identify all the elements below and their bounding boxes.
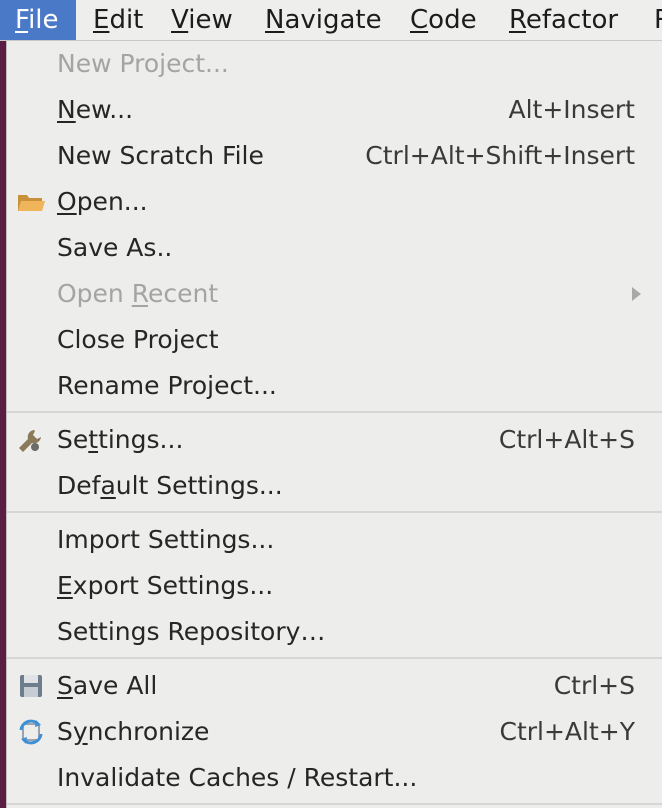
menubar-code-rest: ode: [428, 5, 477, 35]
menu-item-label: Invalidate Caches / Restart...: [57, 763, 418, 792]
menu-item-label: New...: [57, 95, 134, 124]
menubar-refactor[interactable]: Refactor: [509, 0, 618, 40]
menu-item-default-settings[interactable]: Default Settings...: [7, 463, 662, 509]
submenu-arrow-icon: [632, 287, 641, 301]
menubar-refactor-rest: efactor: [525, 5, 619, 35]
menu-item-import-settings[interactable]: Import Settings...: [7, 517, 662, 563]
menu-item-save-all[interactable]: Save All Ctrl+S: [7, 663, 662, 709]
menubar-view-mnemonic: V: [171, 5, 189, 35]
menubar-code-mnemonic: C: [410, 5, 429, 35]
menu-item-label: Rename Project...: [57, 371, 277, 400]
menu-item-rename-project[interactable]: Rename Project...: [7, 363, 662, 409]
menubar-code[interactable]: Code: [410, 0, 477, 40]
menubar-edit[interactable]: Edit: [93, 0, 143, 40]
menu-separator: [7, 511, 662, 513]
menu-separator: [7, 411, 662, 413]
menu-item-label: Import Settings...: [57, 525, 275, 554]
menu-separator: [7, 657, 662, 659]
menu-item-label: Save All: [57, 671, 158, 700]
menu-item-label: Export Settings...: [57, 571, 274, 600]
menu-item-label: Close Project: [57, 325, 219, 354]
menu-item-label: Open Recent: [57, 279, 219, 308]
menu-item-label: Settings Repository…: [57, 617, 326, 646]
menubar-run-label: R: [654, 5, 662, 35]
menu-item-shortcut: Alt+Insert: [508, 95, 635, 124]
folder-icon: [16, 188, 46, 216]
file-menu-dropdown: New Project... New... Alt+Insert New Scr…: [6, 41, 662, 808]
menubar-navigate[interactable]: Navigate: [265, 0, 382, 40]
menu-item-shortcut: Ctrl+Alt+S: [498, 425, 635, 454]
menu-item-shortcut: Ctrl+Alt+Shift+Insert: [365, 141, 635, 170]
menubar-run-truncated[interactable]: R: [654, 0, 662, 40]
menu-item-shortcut: Ctrl+Alt+Y: [499, 717, 636, 746]
menu-item-label: Default Settings...: [57, 471, 283, 500]
wrench-icon: [16, 426, 46, 454]
menu-item-save-as[interactable]: Save As..: [7, 225, 662, 271]
menubar-refactor-mnemonic: R: [509, 5, 526, 35]
menubar-file-rest: ile: [28, 5, 59, 35]
menu-separator: [7, 803, 662, 805]
menu-item-settings[interactable]: Settings... Ctrl+Alt+S: [7, 417, 662, 463]
menubar-file[interactable]: File: [0, 0, 76, 40]
menu-item-close-project[interactable]: Close Project: [7, 317, 662, 363]
menu-item-synchronize[interactable]: Synchronize Ctrl+Alt+Y: [7, 709, 662, 755]
menubar-edit-rest: dit: [109, 5, 144, 35]
menu-item-label: Save As..: [57, 233, 173, 262]
menubar-navigate-rest: avigate: [284, 5, 382, 35]
menu-item-open-recent[interactable]: Open Recent: [7, 271, 662, 317]
menubar-file-mnemonic: F: [15, 5, 29, 35]
menu-item-label: New Scratch File: [57, 141, 264, 170]
menu-item-new-scratch-file[interactable]: New Scratch File Ctrl+Alt+Shift+Insert: [7, 133, 662, 179]
menu-item-label: Synchronize: [57, 717, 210, 746]
menu-item-settings-repository[interactable]: Settings Repository…: [7, 609, 662, 655]
menu-item-invalidate-caches[interactable]: Invalidate Caches / Restart...: [7, 755, 662, 801]
menu-item-label: Open...: [57, 187, 148, 216]
menu-item-new[interactable]: New... Alt+Insert: [7, 87, 662, 133]
menu-item-new-project[interactable]: New Project...: [7, 41, 662, 87]
menu-item-export-settings[interactable]: Export Settings...: [7, 563, 662, 609]
menu-item-label: New Project...: [57, 49, 229, 78]
menubar-view[interactable]: View: [171, 0, 233, 40]
menubar-view-rest: iew: [188, 5, 233, 35]
menubar-navigate-mnemonic: N: [265, 5, 285, 35]
save-icon: [16, 672, 46, 700]
menu-item-shortcut: Ctrl+S: [553, 671, 635, 700]
menu-item-label: Settings...: [57, 425, 184, 454]
menu-item-open[interactable]: Open...: [7, 179, 662, 225]
sync-icon: [16, 718, 46, 746]
menu-bar: File Edit View Navigate Code Refactor R: [0, 0, 662, 41]
menubar-edit-mnemonic: E: [93, 5, 110, 35]
